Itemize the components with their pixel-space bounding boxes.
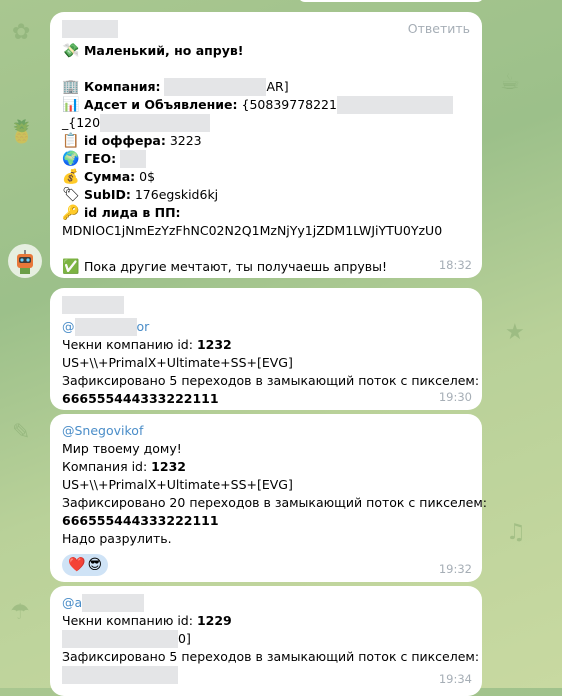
slogan-row: ✅ Пока другие мечтают, ты получаешь апру… bbox=[62, 258, 470, 276]
campaign-id-row: Чекни компанию id: 1232 bbox=[62, 336, 470, 354]
mention-prefix: @a bbox=[62, 595, 83, 610]
mention[interactable]: @ or bbox=[62, 318, 470, 336]
headline-row: 💸 Маленький, но апрув! bbox=[62, 42, 470, 60]
company-value: AR] bbox=[266, 79, 289, 94]
background-doodle-icon: ★ bbox=[505, 320, 525, 345]
mention-redacted bbox=[82, 594, 145, 612]
message-time: 19:30 bbox=[438, 390, 472, 404]
campaign-name: US+\\+PrimalX+Ultimate+SS+[EVG] bbox=[62, 477, 293, 492]
previous-message-edge bbox=[298, 0, 484, 2]
geo-row: 🌍 ГЕО: bbox=[62, 150, 470, 168]
mention-suffix: or bbox=[136, 319, 150, 334]
reply-button[interactable]: Ответить bbox=[408, 20, 470, 38]
background-doodle-icon: ☂ bbox=[10, 600, 30, 625]
lead-id-label: id лида в ПП: bbox=[83, 205, 181, 220]
bot-avatar[interactable] bbox=[8, 244, 42, 278]
sender-name-redacted bbox=[62, 296, 124, 314]
message-bubble[interactable]: @Snegovikof Мир твоему дому! Компания id… bbox=[50, 414, 487, 582]
subid-label: SubID: bbox=[83, 187, 131, 202]
campaign-id-row: Компания id: 1232 bbox=[62, 458, 470, 476]
message-time: 19:32 bbox=[438, 562, 472, 576]
subid-value: 176egskid6kj bbox=[134, 187, 219, 202]
sum-label: Сумма: bbox=[83, 169, 136, 184]
adset-row: 📊 Адсет и Объявление: {50839778221 bbox=[62, 96, 470, 114]
campaign-id-value: 1232 bbox=[196, 337, 232, 352]
message-time: 18:32 bbox=[438, 258, 472, 272]
resolve-text: Надо разрулить. bbox=[62, 531, 172, 546]
campaign-id-value: 1232 bbox=[151, 459, 186, 474]
pixel-id-redacted bbox=[62, 666, 178, 684]
campaign-id-label: Чекни компанию id: bbox=[62, 337, 197, 352]
reactions-bar[interactable]: ❤️ 😎 bbox=[62, 554, 109, 576]
background-doodle-icon: ☕ bbox=[500, 70, 520, 95]
greeting-text: Мир твоему дому! bbox=[62, 441, 182, 456]
subid-row: 🏷 SubID: 176egskid6kj bbox=[62, 186, 470, 204]
company-redacted bbox=[164, 78, 267, 96]
adset-cont-redacted bbox=[100, 114, 211, 132]
adset-label: Адсет и Объявление: bbox=[83, 97, 238, 112]
offer-row: 📋 id оффера: 3223 bbox=[62, 132, 470, 150]
sunglasses-icon[interactable]: 😎 bbox=[87, 556, 102, 574]
adset-value-cont: _{120 bbox=[62, 115, 101, 130]
background-doodle-icon: 🍍 bbox=[8, 120, 36, 145]
headline-text: Маленький, но апрув! bbox=[83, 43, 244, 58]
clipboard-icon: 📋 bbox=[62, 133, 80, 149]
pixel-id: 666555444333222111 bbox=[62, 513, 219, 528]
background-doodle-icon: ✿ bbox=[12, 20, 31, 45]
adset-row-cont: _{120 bbox=[62, 114, 470, 132]
lead-id-row: 🔑 id лида в ПП: bbox=[62, 204, 470, 222]
key-icon: 🔑 bbox=[62, 205, 80, 221]
heart-icon[interactable]: ❤️ bbox=[68, 556, 85, 574]
company-row: 🏢 Компания: AR] bbox=[62, 78, 470, 96]
pixel-id: 666555444333222111 bbox=[62, 391, 219, 406]
robot-icon bbox=[17, 250, 33, 274]
campaign-id-label: Чекни компанию id: bbox=[62, 613, 197, 628]
campaign-id-label: Компания id: bbox=[62, 459, 152, 474]
transitions-text: Зафиксировано 20 переходов в замыкающий … bbox=[62, 495, 487, 510]
background-doodle-icon: ♫ bbox=[506, 520, 526, 545]
sender-name-redacted bbox=[62, 20, 118, 38]
mention[interactable]: @a bbox=[62, 594, 470, 612]
mention-redacted bbox=[74, 318, 137, 336]
adset-redacted bbox=[336, 96, 453, 114]
company-label: Компания: bbox=[83, 79, 161, 94]
campaign-name: 0] bbox=[62, 630, 470, 648]
adset-value: {50839778221 bbox=[241, 97, 337, 112]
message-bubble-approval[interactable]: Ответить 💸 Маленький, но апрув! 🏢 Компан… bbox=[50, 12, 482, 278]
geo-label: ГЕО: bbox=[83, 151, 117, 166]
building-icon: 🏢 bbox=[62, 79, 80, 95]
lead-id-value: MDNlOC1jNmEzYzFhNC02N2Q1MzNjYy1jZDM1LWJi… bbox=[62, 223, 443, 238]
geo-redacted bbox=[120, 150, 147, 168]
campaign-name: US+\\+PrimalX+Ultimate+SS+[EVG] bbox=[62, 355, 293, 370]
offer-label: id оффера: bbox=[83, 133, 166, 148]
chart-icon: 📊 bbox=[62, 97, 80, 113]
campaign-id-row: Чекни компанию id: 1229 bbox=[62, 612, 470, 630]
background-doodle-icon: ✎ bbox=[12, 420, 31, 445]
mention[interactable]: @Snegovikof bbox=[62, 422, 470, 440]
sum-row: 💰 Сумма: 0$ bbox=[62, 168, 470, 186]
globe-icon: 🌍 bbox=[62, 151, 80, 167]
tag-icon: 🏷 bbox=[62, 187, 80, 203]
transitions-text: Зафиксировано 5 переходов в замыкающий п… bbox=[62, 373, 480, 388]
message-bubble[interactable]: @ or Чекни компанию id: 1232 US+\\+Primal… bbox=[50, 288, 482, 410]
money-wings-icon: 💸 bbox=[62, 43, 80, 59]
check-mark-icon: ✅ bbox=[62, 259, 80, 275]
money-bag-icon: 💰 bbox=[62, 169, 80, 185]
offer-value: 3223 bbox=[169, 133, 202, 148]
message-time: 19:34 bbox=[438, 672, 472, 686]
slogan-text: Пока другие мечтают, ты получаешь апрувы… bbox=[83, 259, 387, 274]
transitions-text: Зафиксировано 5 переходов в замыкающий п… bbox=[62, 649, 480, 664]
campaign-id-value: 1229 bbox=[196, 613, 232, 628]
sum-value: 0$ bbox=[139, 169, 156, 184]
message-bubble[interactable]: @a Чекни компанию id: 1229 0] Зафиксиров… bbox=[50, 586, 482, 696]
campaign-name-suffix: 0] bbox=[178, 631, 191, 646]
campaign-name-redacted bbox=[62, 630, 178, 648]
